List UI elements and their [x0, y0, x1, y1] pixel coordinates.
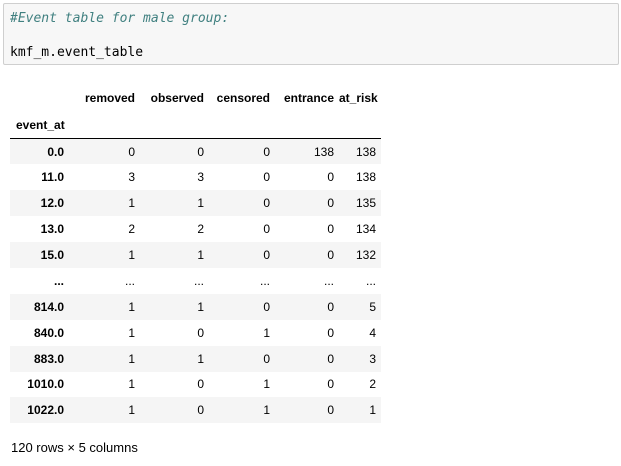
cell-removed: 2 — [128, 222, 135, 237]
cell-removed: 3 — [128, 170, 135, 185]
cell-removed: ... — [124, 273, 135, 288]
row-index: 15.0 — [40, 248, 64, 262]
table-row: 814.0 1 1 0 0 5 — [10, 293, 381, 320]
cell-observed: 2 — [197, 222, 204, 237]
column-header-row: removed observed censored entrance at_ri… — [10, 84, 381, 111]
row-index: 1010.0 — [27, 377, 64, 392]
cell-at-risk: 3 — [369, 351, 376, 366]
row-index: 840.0 — [33, 325, 64, 340]
cell-entrance: ... — [323, 273, 334, 288]
cell-censored: 0 — [263, 144, 270, 159]
ellipsis-row: ... ... ... ... ... ... — [10, 267, 381, 294]
cell-removed: 1 — [128, 196, 135, 211]
cell-entrance: 0 — [327, 196, 334, 211]
table-row: 840.0 1 0 1 0 4 — [10, 319, 381, 346]
cell-censored: 1 — [263, 403, 270, 418]
cell-censored: 1 — [263, 325, 270, 340]
cell-entrance: 0 — [327, 403, 334, 418]
cell-removed: 1 — [128, 351, 135, 366]
event-table: removed observed censored entrance at_ri… — [10, 84, 381, 424]
column-header-removed: removed — [84, 90, 135, 105]
cell-removed: 1 — [128, 403, 135, 418]
cell-removed: 1 — [128, 377, 135, 392]
row-index: ... — [53, 273, 64, 288]
cell-entrance: 0 — [327, 222, 334, 237]
table-row: 11.0 3 3 0 0 138 — [10, 164, 381, 191]
cell-observed: 1 — [197, 351, 204, 366]
cell-at-risk: ... — [365, 273, 376, 288]
cell-censored: 0 — [263, 248, 270, 262]
row-index: 883.0 — [33, 351, 64, 366]
row-index: 13.0 — [40, 222, 64, 237]
row-index: 11.0 — [41, 170, 64, 185]
code-comment: #Event table for male group: — [10, 11, 230, 26]
row-index: 814.0 — [33, 299, 64, 314]
cell-at-risk: 134 — [355, 222, 376, 237]
cell-entrance: 0 — [327, 351, 334, 366]
table-row: 12.0 1 1 0 0 135 — [10, 190, 381, 217]
table-row: 883.0 1 1 0 0 3 — [10, 345, 381, 372]
cell-censored: 0 — [263, 299, 270, 314]
cell-observed: 1 — [197, 299, 204, 314]
cell-at-risk: 1 — [369, 403, 376, 418]
table-row: 0.0 0 0 0 138 138 — [10, 138, 381, 165]
table-shape-note: 120 rows × 5 columns — [11, 440, 138, 455]
cell-observed: 3 — [197, 170, 204, 185]
cell-censored: 0 — [263, 196, 270, 211]
cell-at-risk: 138 — [355, 144, 376, 159]
cell-entrance: 0 — [327, 325, 334, 340]
code-cell[interactable]: #Event table for male group: kmf_m.event… — [3, 3, 619, 65]
cell-entrance: 0 — [327, 377, 334, 392]
cell-removed: 1 — [128, 325, 135, 340]
row-index: 12.0 — [40, 196, 64, 211]
row-index: 0.0 — [47, 144, 64, 159]
cell-censored: 0 — [263, 222, 270, 237]
cell-at-risk: 132 — [355, 248, 376, 262]
cell-observed: 0 — [197, 144, 204, 159]
column-header-entrance: entrance — [283, 90, 334, 105]
cell-entrance: 0 — [327, 170, 334, 185]
cell-censored: 0 — [263, 170, 270, 185]
code-statement: kmf_m.event_table — [10, 45, 144, 60]
column-header-at-risk: at_risk — [339, 90, 378, 105]
cell-at-risk: 135 — [355, 196, 376, 211]
index-name-header: event_at — [16, 117, 65, 132]
cell-censored: 1 — [263, 377, 270, 392]
cell-observed: 0 — [197, 325, 204, 340]
cell-removed: 0 — [128, 144, 135, 159]
cell-entrance: 0 — [327, 299, 334, 314]
cell-observed: 0 — [197, 377, 204, 392]
table-row: 1010.0 1 0 1 0 2 — [10, 371, 381, 398]
column-header-observed: observed — [150, 90, 204, 105]
cell-at-risk: 5 — [369, 299, 376, 314]
index-header-row: event_at — [10, 111, 381, 139]
cell-at-risk: 138 — [355, 170, 376, 185]
cell-observed: 0 — [197, 403, 204, 418]
cell-at-risk: 2 — [369, 377, 376, 392]
cell-at-risk: 4 — [369, 325, 376, 340]
cell-censored: 0 — [263, 351, 270, 366]
cell-observed: 1 — [197, 196, 204, 211]
cell-observed: 1 — [197, 248, 204, 262]
cell-entrance: 138 — [313, 144, 334, 159]
cell-observed: ... — [193, 273, 204, 288]
table-row: 13.0 2 2 0 0 134 — [10, 216, 381, 243]
row-index: 1022.0 — [27, 403, 64, 418]
cell-removed: 1 — [128, 248, 135, 262]
table-row: 15.0 1 1 0 0 132 — [10, 242, 381, 268]
column-header-censored: censored — [216, 90, 270, 105]
cell-removed: 1 — [128, 299, 135, 314]
table-row: 1022.0 1 0 1 0 1 — [10, 397, 381, 424]
blank-header-cell — [10, 84, 76, 111]
cell-entrance: 0 — [327, 248, 334, 262]
cell-censored: ... — [259, 273, 270, 288]
